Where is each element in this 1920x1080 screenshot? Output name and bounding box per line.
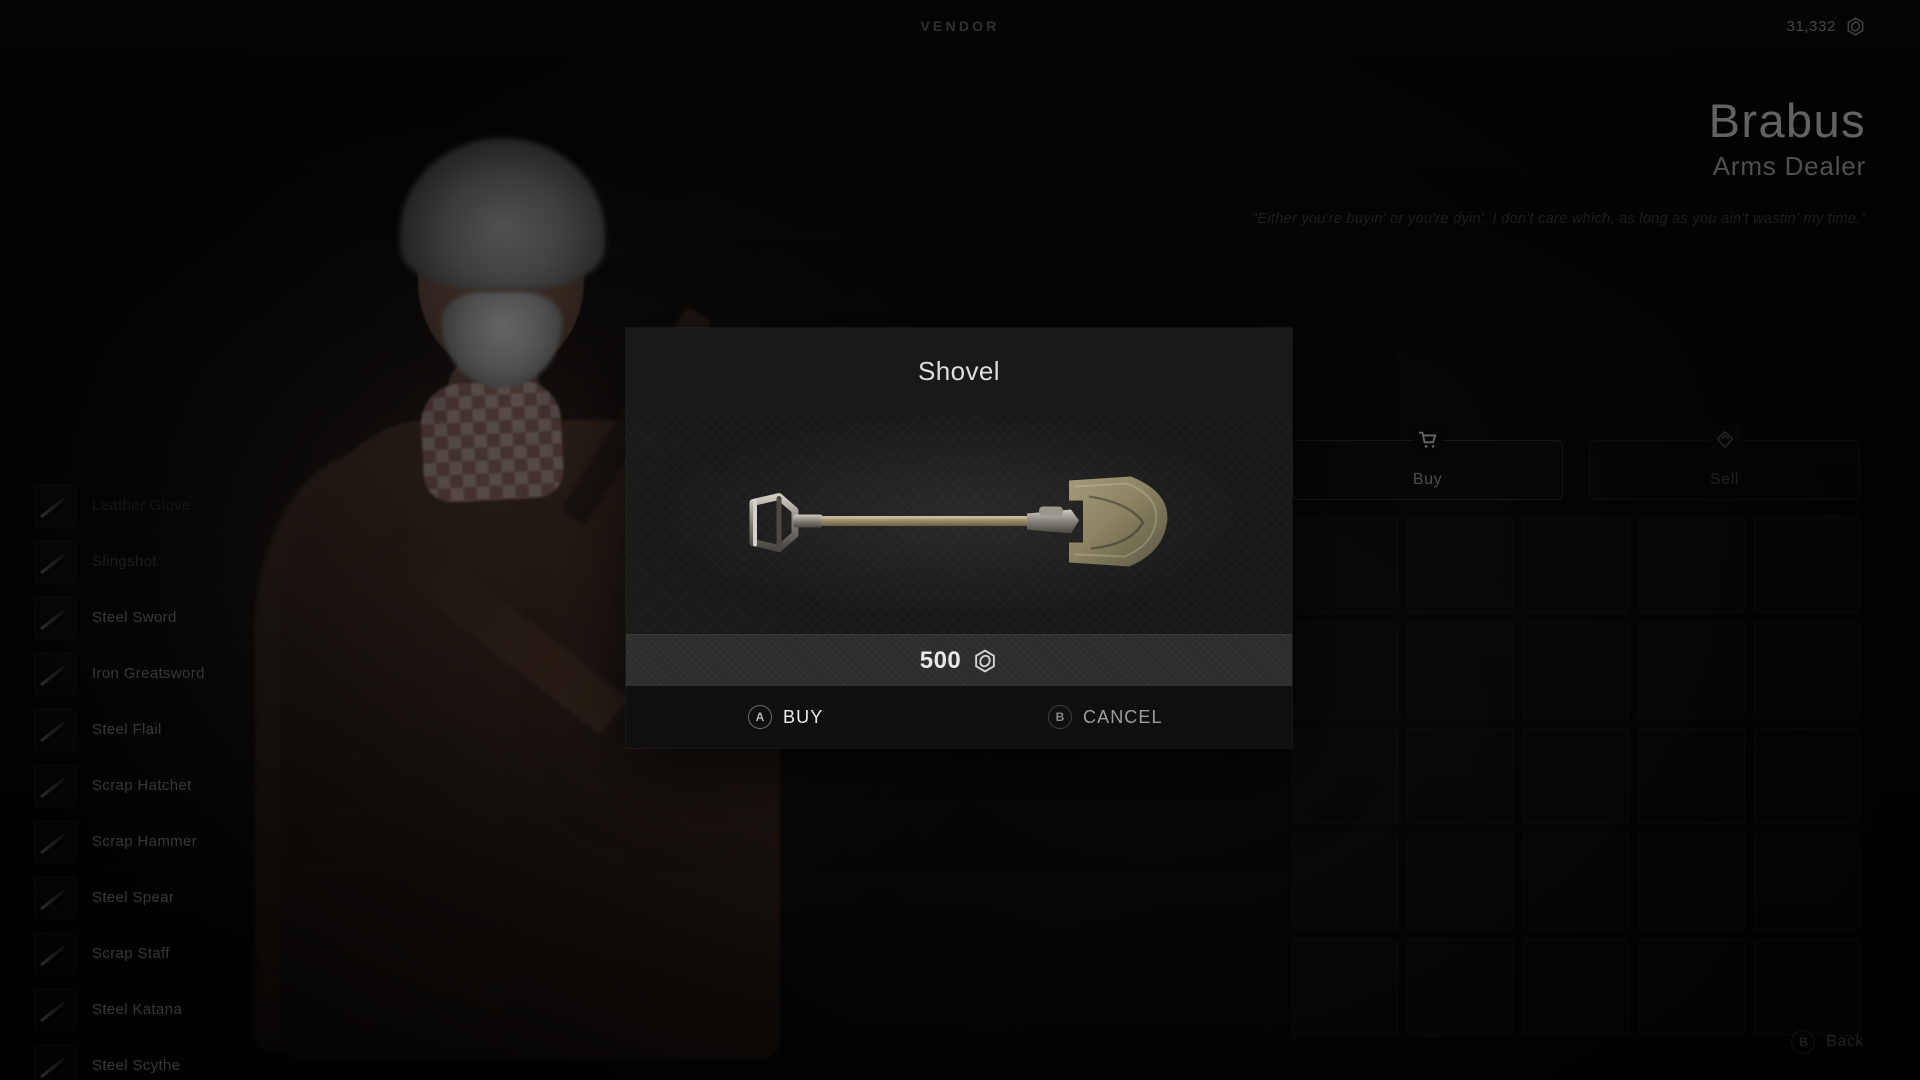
purchase-confirm-dialog: Shovel 500 A BUY B CANCEL bbox=[626, 328, 1292, 748]
buy-button-label: BUY bbox=[783, 706, 824, 727]
shovel-item-image bbox=[739, 457, 1179, 592]
hex-nut-coin-icon bbox=[972, 648, 998, 674]
a-button-glyph: A bbox=[748, 705, 772, 729]
dialog-item-name: Shovel bbox=[918, 355, 1000, 386]
dialog-actions: A BUY B CANCEL bbox=[626, 686, 1292, 748]
dialog-price-bar: 500 bbox=[626, 634, 1292, 686]
vendor-screen: Leather Glove Slingshot Steel Sword Iron… bbox=[0, 0, 1920, 1080]
cancel-button[interactable]: B CANCEL bbox=[992, 705, 1292, 729]
buy-button[interactable]: A BUY bbox=[626, 705, 992, 729]
dialog-price-value: 500 bbox=[919, 646, 962, 674]
cancel-button-label: CANCEL bbox=[1083, 706, 1163, 727]
b-button-glyph: B bbox=[1048, 705, 1072, 729]
dialog-item-preview bbox=[626, 414, 1292, 634]
